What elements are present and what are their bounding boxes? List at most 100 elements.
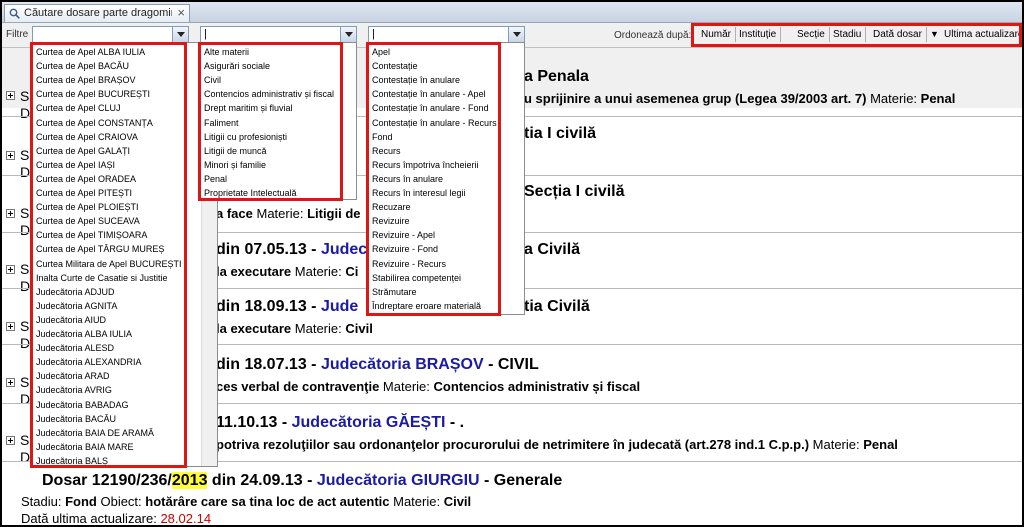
institution-option[interactable]: Curtea de Apel CLUJ: [36, 101, 121, 115]
institution-option[interactable]: Curtea Militara de Apel BUCUREȘTI: [36, 257, 182, 271]
sort-number-button[interactable]: Număr: [697, 27, 737, 42]
institution-option[interactable]: Judecătoria AGNITA: [36, 299, 117, 313]
stadiu-option[interactable]: Contestație în anulare - Fond: [372, 101, 489, 115]
record-detail: Stadiu: Fond Obiect: hotărâre care sa ti…: [21, 494, 472, 509]
stadiu-option[interactable]: Recuzare: [372, 200, 411, 214]
search-tab[interactable]: Căutare dosare parte dragomires... ×: [4, 4, 190, 22]
institution-option[interactable]: Judecătoria ALEXANDRIA: [36, 355, 142, 369]
institution-option[interactable]: Curtea de Apel ORADEA: [36, 172, 136, 186]
materie-option[interactable]: Civil: [204, 73, 221, 87]
stadiu-option[interactable]: Recurs: [372, 144, 401, 158]
sort-section-button[interactable]: Secție: [793, 27, 830, 42]
institution-option[interactable]: Curtea de Apel GALAȚI: [36, 144, 130, 158]
materie-option[interactable]: Alte materii: [204, 45, 249, 59]
stadiu-option[interactable]: Contestație: [372, 59, 418, 73]
expand-icon[interactable]: [6, 151, 15, 160]
materie-filter-combo[interactable]: |: [200, 26, 357, 43]
institution-option[interactable]: Judecătoria ADJUD: [36, 285, 115, 299]
institution-option[interactable]: Inalta Curte de Casatie si Justitie: [36, 271, 168, 285]
institution-option[interactable]: Curtea de Apel ALBA IULIA: [36, 45, 145, 59]
institution-option[interactable]: Curtea de Apel CRAIOVA: [36, 130, 138, 144]
record-title: din 18.09.13 - Jude: [216, 298, 359, 315]
institution-option[interactable]: Judecătoria ARAD: [36, 369, 110, 383]
stadiu-option[interactable]: Contestație în anulare - Recurs: [372, 116, 497, 130]
stadiu-option[interactable]: Îndreptare eroare materială: [372, 299, 481, 313]
record-stub: D: [20, 278, 31, 294]
institution-option[interactable]: Curtea de Apel PITEȘTI: [36, 186, 132, 200]
stadiu-option[interactable]: Revizuire - Fond: [372, 242, 438, 256]
stadiu-option[interactable]: Apel: [372, 45, 390, 59]
stadiu-option[interactable]: Strămutare: [372, 285, 417, 299]
expand-icon[interactable]: [6, 91, 15, 100]
institution-option[interactable]: Curtea de Apel BUCUREȘTI: [36, 87, 150, 101]
institution-option[interactable]: Curtea de Apel TÂRGU MUREȘ: [36, 242, 164, 256]
institution-option[interactable]: Curtea de Apel SUCEAVA: [36, 214, 140, 228]
stadiu-option[interactable]: Revizuire - Recurs: [372, 257, 446, 271]
institution-option[interactable]: Curtea de Apel IAȘI: [36, 158, 115, 172]
institution-option[interactable]: Judecătoria BAIA DE ARAMĂ: [36, 426, 154, 440]
record-detail: potriva rezoluţiilor sau ordonanţelor pr…: [216, 437, 898, 452]
stadiu-filter-combo[interactable]: |: [368, 26, 525, 43]
materie-option[interactable]: Faliment: [204, 116, 239, 130]
institution-option[interactable]: Judecătoria AIUD: [36, 313, 106, 327]
institution-filter-combo[interactable]: [32, 26, 189, 43]
institution-option[interactable]: Curtea de Apel TIMIȘOARA: [36, 228, 147, 242]
institution-option[interactable]: Judecătoria BACĂU: [36, 412, 116, 426]
record-title[interactable]: Dosar 12190/236/2013 din 24.09.13 - Jude…: [42, 472, 562, 490]
stadiu-option[interactable]: Revizuire - Apel: [372, 228, 435, 242]
sort-institution-button[interactable]: Instituție: [735, 27, 782, 42]
record-stub: S: [20, 374, 30, 390]
record-stub: S: [20, 432, 30, 448]
stadiu-option[interactable]: Recurs împotriva încheierii: [372, 158, 479, 172]
institution-option[interactable]: Judecătoria BAIA MARE: [36, 440, 134, 454]
stadiu-option[interactable]: Fond: [372, 130, 393, 144]
materie-option[interactable]: Minori și familie: [204, 158, 266, 172]
expand-icon[interactable]: [6, 209, 15, 218]
stadiu-option[interactable]: Revizuire: [372, 214, 410, 228]
materie-dropdown[interactable]: Alte materii Asigurări sociale Civil Conten…: [200, 42, 357, 200]
stadiu-dropdown[interactable]: Apel Contestație Contestație în anulare Con…: [368, 42, 525, 315]
institution-option[interactable]: Judecătoria ALBA IULIA: [36, 327, 132, 341]
institution-option[interactable]: Judecătoria ALESD: [36, 341, 114, 355]
record-title: Secția I civilă: [524, 183, 625, 200]
stadiu-option[interactable]: Stabilirea competenței: [372, 271, 461, 285]
institution-dropdown[interactable]: Curtea de Apel ALBA IULIA Curtea de Apel …: [32, 42, 218, 467]
record-stub: D: [20, 222, 31, 238]
chevron-down-icon[interactable]: [340, 27, 356, 42]
institution-option[interactable]: Judecătoria BALȘ: [36, 454, 108, 466]
materie-option[interactable]: Contencios administrativ și fiscal: [204, 87, 334, 101]
materie-option[interactable]: Litigii de muncă: [204, 144, 267, 158]
record-detail: ces verbal de contravenţie Materie: Cont…: [216, 379, 641, 394]
stadiu-option[interactable]: Recurs în anulare: [372, 172, 443, 186]
expand-icon[interactable]: [6, 378, 15, 387]
institution-option[interactable]: Curtea de Apel BRAȘOV: [36, 73, 136, 87]
chevron-down-icon[interactable]: [508, 27, 524, 42]
institution-option[interactable]: Judecătoria AVRIG: [36, 383, 112, 397]
record-detail: la executare Materie: Ci: [216, 264, 359, 279]
stadiu-option[interactable]: Recurs în interesul legii: [372, 186, 466, 200]
record-stub: S: [20, 261, 30, 277]
expand-icon[interactable]: [6, 436, 15, 445]
close-icon[interactable]: ×: [177, 5, 185, 20]
institution-option[interactable]: Curtea de Apel CONSTANȚA: [36, 116, 153, 130]
materie-option[interactable]: Asigurări sociale: [204, 59, 270, 73]
chevron-down-icon[interactable]: [172, 27, 188, 42]
record-title: 11.10.13 - Judecătoria GĂEȘTI - .: [216, 414, 465, 431]
sort-stage-button[interactable]: Stadiu: [829, 27, 867, 42]
record-title: tia I civilă: [524, 125, 597, 142]
expand-icon[interactable]: [6, 265, 15, 274]
stadiu-option[interactable]: Contestație în anulare: [372, 73, 460, 87]
institution-option[interactable]: Curtea de Apel BACĂU: [36, 59, 129, 73]
sort-date-button[interactable]: Dată dosar: [869, 27, 927, 42]
materie-option[interactable]: Litigii cu profesioniști: [204, 130, 287, 144]
sort-last-update-button[interactable]: Ultima actualizare: [940, 27, 1022, 42]
record-update: Dată ultima actualizare: 28.02.14: [21, 511, 212, 525]
institution-option[interactable]: Curtea de Apel PLOIEȘTI: [36, 200, 139, 214]
materie-option[interactable]: Proprietate Intelectuală: [204, 186, 297, 199]
expand-icon[interactable]: [6, 322, 15, 331]
materie-option[interactable]: Drept maritim și fluvial: [204, 101, 293, 115]
stadiu-option[interactable]: Contestație în anulare - Apel: [372, 87, 486, 101]
institution-option[interactable]: Judecătoria BABADAG: [36, 398, 129, 412]
materie-option[interactable]: Penal: [204, 172, 227, 186]
window-frame: Căutare dosare parte dragomires... × Fil…: [0, 0, 1024, 527]
